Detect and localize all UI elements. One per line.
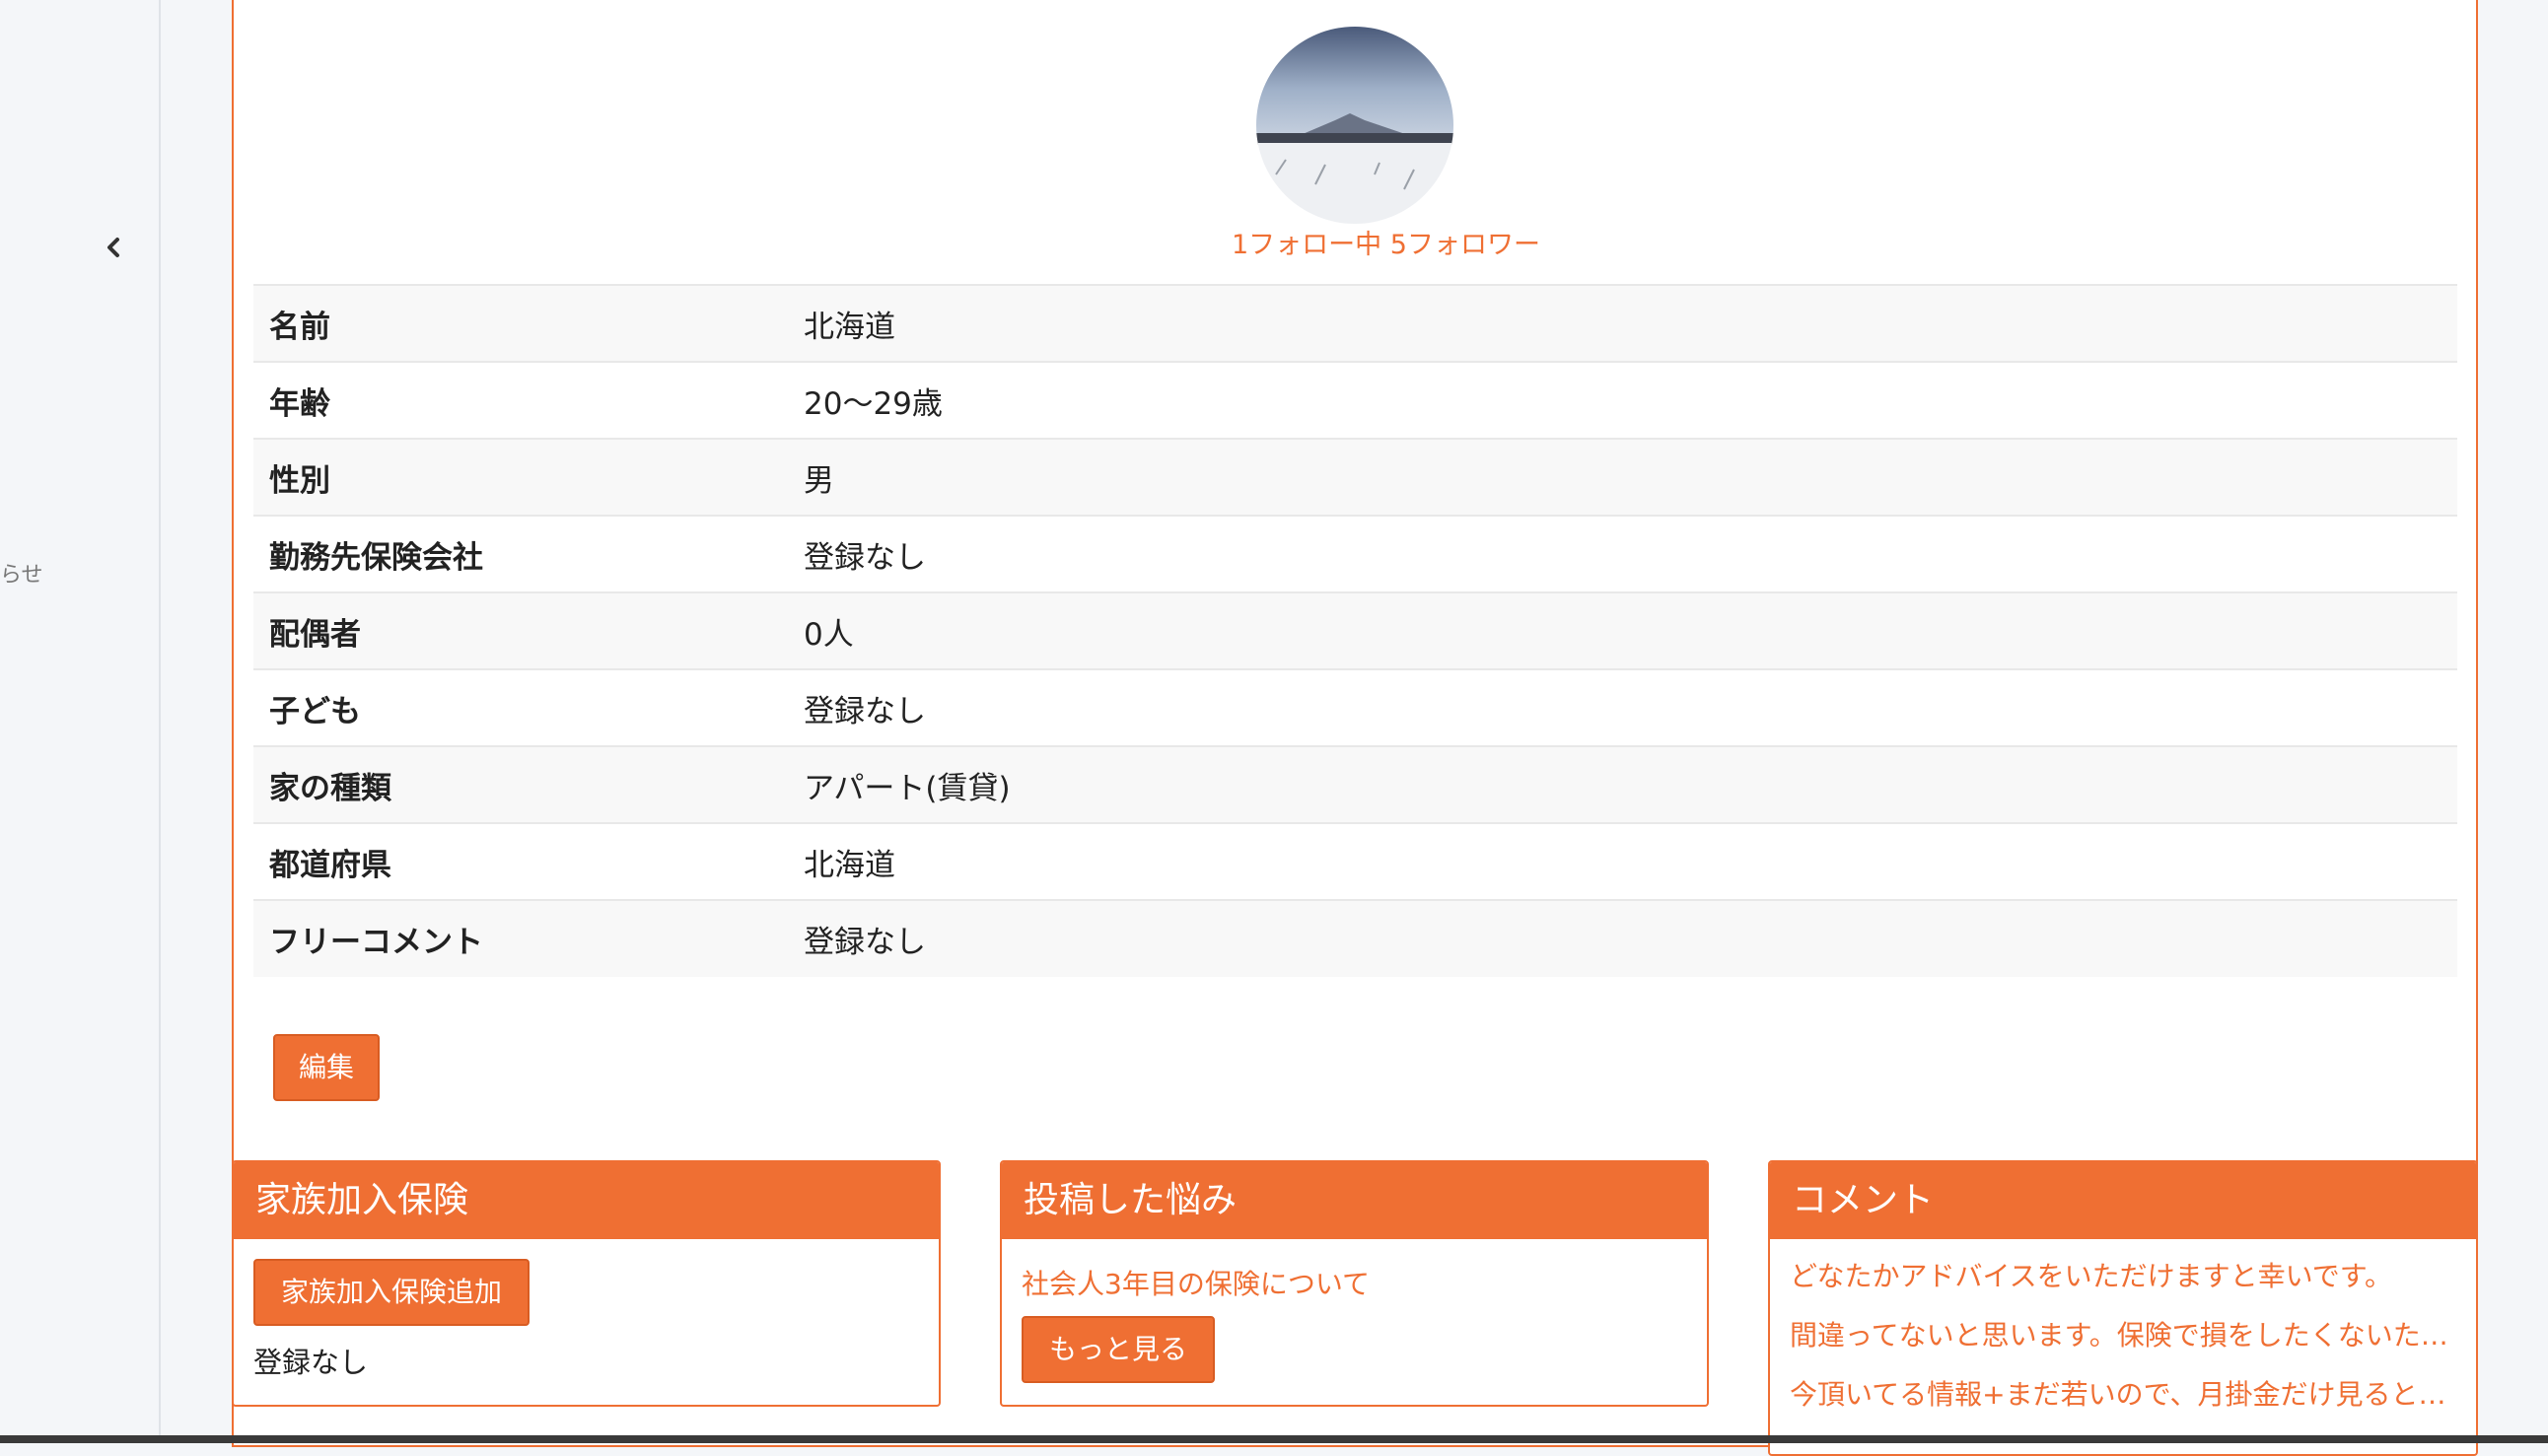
row-label: 性別 [269,462,330,499]
comment-link[interactable]: 間違ってないと思います。保険で損をしたくないた… [1790,1306,2456,1365]
post-link[interactable]: 社会人3年目の保険について [1022,1263,1687,1302]
table-row: 都道府県 北海道 [253,823,2457,900]
comments-panel: コメント どなたかアドバイスをいただけますと幸いです。 間違ってないと思います。… [1768,1160,2478,1456]
row-label: 勤務先保険会社 [269,539,483,576]
row-value: 北海道 [804,847,895,883]
add-family-insurance-button[interactable]: 家族加入保険追加 [253,1259,531,1326]
comment-link[interactable]: どなたかアドバイスをいただけますと幸いです。 [1790,1247,2456,1306]
table-row: 家の種類 アパート(賃貸) [253,746,2457,823]
panel-title: 家族加入保険 [234,1162,939,1239]
bottom-bar [0,1435,2548,1443]
row-label: 年齢 [269,385,330,422]
empty-text: 登録なし [253,1346,369,1379]
row-value: 登録なし [804,925,926,960]
comment-link[interactable]: 今頂いてる情報+まだ若いので、月掛金だけ見ると… [1790,1365,2456,1424]
more-button[interactable]: もっと見る [1022,1316,1216,1383]
chevron-left-icon[interactable] [100,232,127,263]
follow-count-link[interactable]: 1フォロー中 5フォロワー [1232,223,1540,261]
posted-concerns-panel: 投稿した悩み 社会人3年目の保険について もっと見る [1000,1160,1709,1407]
panel-title: コメント [1770,1162,2476,1239]
table-row: 子ども 登録なし [253,669,2457,746]
family-insurance-panel: 家族加入保険 家族加入保険追加 登録なし [232,1160,941,1407]
table-row: フリーコメント 登録なし [253,900,2457,977]
row-value: 北海道 [804,309,895,345]
row-value: 0人 [804,616,854,653]
sidebar-notice-label[interactable]: らせ [0,557,43,589]
row-label: フリーコメント [269,925,483,960]
row-value: 20〜29歳 [804,385,943,422]
table-row: 年齢 20〜29歳 [253,362,2457,439]
row-label: 子ども [269,693,361,729]
row-label: 配偶者 [269,616,361,653]
row-label: 名前 [269,309,330,345]
row-value: 男 [804,462,834,499]
table-row: 性別 男 [253,439,2457,516]
edit-button[interactable]: 編集 [273,1034,381,1101]
row-label: 都道府県 [269,847,391,883]
avatar [1256,27,1453,224]
sidebar: らせ [0,0,161,1437]
table-row: 配偶者 0人 [253,592,2457,669]
row-label: 家の種類 [269,770,391,806]
panel-title: 投稿した悩み [1002,1162,1707,1239]
row-value: 登録なし [804,539,926,576]
table-row: 勤務先保険会社 登録なし [253,516,2457,592]
row-value: 登録なし [804,693,926,729]
profile-table: 名前 北海道 年齢 20〜29歳 性別 男 勤務先保険会社 登録なし 配偶者 0… [253,284,2457,977]
table-row: 名前 北海道 [253,285,2457,362]
row-value: アパート(賃貸) [804,770,1011,806]
